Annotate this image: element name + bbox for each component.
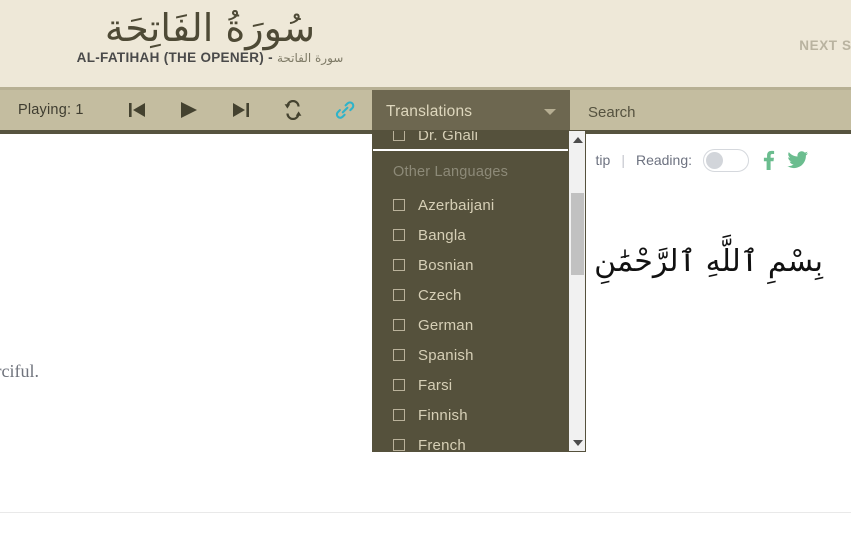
skip-next-icon[interactable] bbox=[228, 97, 254, 123]
repeat-icon[interactable] bbox=[280, 97, 306, 123]
surah-subtitle-latin: AL-FATIHAH (THE OPENER) - bbox=[76, 50, 277, 65]
list-item-label: Bosnian bbox=[418, 256, 474, 274]
list-item-label: Dr. Ghali bbox=[418, 131, 479, 144]
translation-line: Especially Merciful. bbox=[0, 361, 39, 381]
surah-arabic-title: سُورَةُ الفَاتِحَة bbox=[104, 6, 316, 50]
list-item-label: Azerbaijani bbox=[418, 196, 495, 214]
tip-label: tip bbox=[595, 152, 611, 168]
group-header-other-languages: Other Languages bbox=[393, 164, 509, 180]
list-item[interactable]: Czech bbox=[373, 280, 568, 310]
list-item[interactable]: Azerbaijani bbox=[373, 190, 568, 220]
translations-dropdown-panel[interactable]: Dr. Ghali Other Languages Azerbaijani Ba… bbox=[372, 130, 586, 452]
list-item[interactable]: Dr. Ghali bbox=[373, 131, 569, 151]
checkbox-icon[interactable] bbox=[393, 131, 405, 141]
checkbox-icon[interactable] bbox=[393, 349, 405, 361]
reading-mode-toggle[interactable] bbox=[703, 148, 749, 172]
player-toolbar: Playing: 1 Translations Search bbox=[0, 90, 851, 134]
checkbox-icon[interactable] bbox=[393, 409, 405, 421]
checkbox-icon[interactable] bbox=[393, 379, 405, 391]
list-item-label: German bbox=[418, 316, 474, 334]
link-icon[interactable] bbox=[332, 97, 358, 123]
list-item-label: Finnish bbox=[418, 406, 468, 424]
checkbox-icon[interactable] bbox=[393, 319, 405, 331]
dropdown-scrollbar[interactable] bbox=[568, 131, 585, 451]
list-item[interactable]: German bbox=[373, 310, 568, 340]
surah-title-block: سُورَةُ الفَاتِحَة AL-FATIHAH (THE OPENE… bbox=[0, 2, 420, 65]
list-item-label: French bbox=[418, 436, 466, 452]
list-item[interactable]: Bosnian bbox=[373, 250, 568, 280]
search-input[interactable] bbox=[571, 90, 851, 130]
separator: | bbox=[621, 152, 625, 168]
toggle-knob bbox=[706, 151, 723, 169]
checkbox-icon[interactable] bbox=[393, 259, 405, 271]
page-root: سُورَةُ الفَاتِحَة AL-FATIHAH (THE OPENE… bbox=[0, 0, 851, 533]
list-item[interactable]: Finnish bbox=[373, 400, 568, 430]
next-surah-link[interactable]: NEXT SURAH bbox=[799, 38, 851, 53]
checkbox-icon[interactable] bbox=[393, 229, 405, 241]
facebook-icon[interactable] bbox=[760, 149, 776, 171]
list-item[interactable]: French bbox=[373, 430, 568, 451]
checkbox-icon[interactable] bbox=[393, 439, 405, 451]
scroll-down-arrow-icon[interactable] bbox=[569, 434, 585, 451]
list-item[interactable]: Farsi bbox=[373, 370, 568, 400]
skip-previous-icon[interactable] bbox=[124, 97, 150, 123]
scroll-up-arrow-icon[interactable] bbox=[569, 131, 585, 148]
translations-dropdown-label: Translations bbox=[386, 103, 473, 120]
player-controls bbox=[124, 97, 358, 123]
list-item-label: Bangla bbox=[418, 226, 466, 244]
play-icon[interactable] bbox=[176, 97, 202, 123]
list-item-label: Czech bbox=[418, 286, 462, 304]
surah-subtitle: AL-FATIHAH (THE OPENER) - سورة الفاتحة bbox=[0, 50, 420, 65]
content-divider bbox=[0, 512, 851, 513]
playing-status-label: Playing: 1 bbox=[18, 102, 84, 118]
surah-subtitle-arabic: سورة الفاتحة bbox=[276, 51, 344, 65]
translations-list: Dr. Ghali Other Languages Azerbaijani Ba… bbox=[373, 131, 569, 451]
chevron-down-icon bbox=[544, 109, 556, 115]
checkbox-icon[interactable] bbox=[393, 289, 405, 301]
reading-mode-label: Reading: bbox=[635, 152, 692, 168]
checkbox-icon[interactable] bbox=[393, 199, 405, 211]
twitter-icon[interactable] bbox=[787, 150, 809, 170]
list-item-label: Spanish bbox=[418, 346, 474, 364]
scrollbar-thumb[interactable] bbox=[571, 193, 585, 275]
list-item[interactable]: Spanish bbox=[373, 340, 568, 370]
translations-dropdown-toggle[interactable]: Translations bbox=[372, 90, 570, 130]
list-item-label: Farsi bbox=[418, 376, 453, 394]
site-header: سُورَةُ الفَاتِحَة AL-FATIHAH (THE OPENE… bbox=[0, 0, 851, 90]
list-item[interactable]: Bangla bbox=[373, 220, 568, 250]
translations-scroll-inner: Other Languages Azerbaijani Bangla Bosni… bbox=[373, 153, 568, 451]
